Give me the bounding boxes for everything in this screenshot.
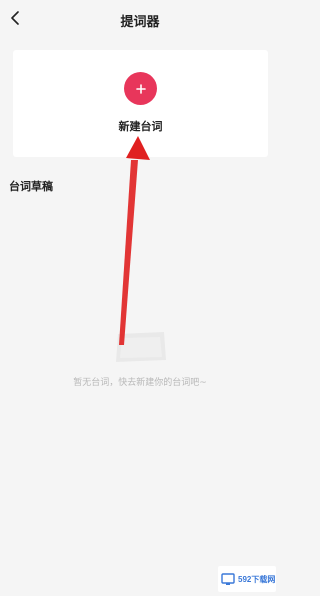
new-script-label: 新建台词 — [118, 120, 163, 133]
site-logo-icon — [221, 573, 235, 585]
new-script-button[interactable] — [124, 72, 157, 105]
empty-state-illustration — [112, 330, 168, 364]
top-bar: 提词器 — [0, 0, 280, 40]
page-title: 提词器 — [120, 15, 160, 30]
watermark-text: 592下载网 — [238, 574, 276, 584]
new-script-card[interactable]: 新建台词 — [13, 50, 268, 157]
drafts-section-title: 台词草稿 — [9, 180, 53, 193]
watermark-logo: 592下载网 — [218, 566, 276, 592]
empty-state-text: 暂无台词，快去新建你的台词吧~ — [73, 378, 207, 388]
plus-icon — [135, 83, 146, 94]
